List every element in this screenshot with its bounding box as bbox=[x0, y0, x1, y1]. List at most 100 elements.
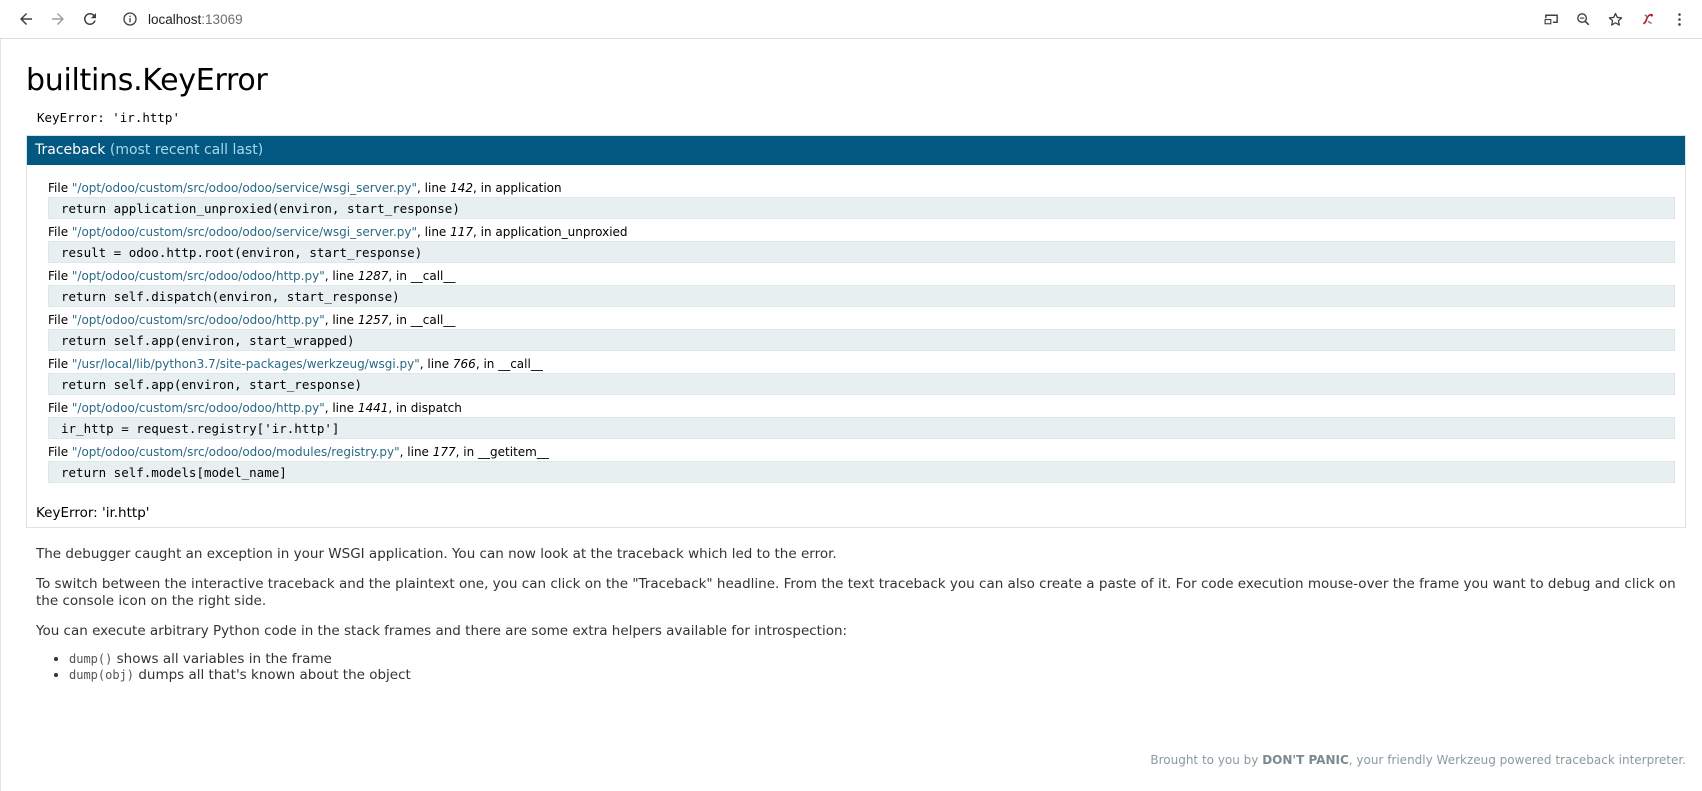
traceback-frame[interactable]: File "/opt/odoo/custom/src/odoo/odoo/ser… bbox=[48, 178, 1675, 219]
frame-code[interactable]: return self.dispatch(environ, start_resp… bbox=[48, 285, 1675, 307]
traceback-header-label: Traceback bbox=[35, 142, 106, 158]
forward-arrow-icon bbox=[52, 13, 64, 25]
frame-line-label: , line bbox=[324, 313, 358, 327]
frame-function: __getitem__ bbox=[478, 445, 549, 459]
footer-prefix: Brought to you by bbox=[1150, 753, 1263, 767]
frame-line-label: , line bbox=[399, 445, 433, 459]
explanation: The debugger caught an exception in your… bbox=[26, 546, 1686, 683]
footer-suffix: , your friendly Werkzeug powered traceba… bbox=[1348, 753, 1686, 767]
extension-button[interactable] bbox=[1632, 5, 1662, 35]
frame-lineno: 1441 bbox=[357, 401, 389, 415]
footer: Brought to you by DON'T PANIC, your frie… bbox=[1150, 753, 1686, 767]
frame-function: dispatch bbox=[410, 401, 462, 415]
frame-function: __call__ bbox=[498, 357, 543, 371]
frame-line-label: , line bbox=[419, 357, 453, 371]
error-message: KeyError: 'ir.http' bbox=[37, 110, 180, 125]
frame-lineno: 1287 bbox=[357, 269, 389, 283]
star-icon bbox=[1608, 12, 1622, 26]
frame-filename: "/opt/odoo/custom/src/odoo/odoo/service/… bbox=[71, 225, 418, 239]
traceback-frames: File "/opt/odoo/custom/src/odoo/odoo/ser… bbox=[27, 165, 1685, 493]
zoom-icon bbox=[1576, 13, 1589, 26]
frame-code[interactable]: ir_http = request.registry['ir.http'] bbox=[48, 417, 1675, 439]
url-port: :13069 bbox=[201, 11, 243, 27]
back-arrow-icon bbox=[20, 13, 32, 25]
frame-filename: "/opt/odoo/custom/src/odoo/odoo/http.py" bbox=[71, 313, 325, 327]
cast-button[interactable] bbox=[1536, 5, 1566, 35]
helper-item: dump() shows all variables in the frame bbox=[69, 651, 1686, 667]
frame-location: File "/opt/odoo/custom/src/odoo/odoo/ser… bbox=[48, 178, 1675, 197]
final-error: KeyError: 'ir.http' bbox=[36, 505, 150, 521]
frame-lineno: 766 bbox=[452, 357, 476, 371]
frame-function: __call__ bbox=[410, 313, 456, 327]
frame-filename: "/opt/odoo/custom/src/odoo/odoo/http.py" bbox=[71, 401, 325, 415]
zoom-button[interactable] bbox=[1568, 5, 1598, 35]
frame-in-label: , in bbox=[388, 401, 411, 415]
frame-prefix: File bbox=[48, 357, 72, 371]
frame-lineno: 142 bbox=[450, 181, 474, 195]
extension-logo-icon bbox=[1642, 13, 1653, 25]
traceback-header-sub: (most recent call last) bbox=[109, 142, 264, 158]
frame-in-label: , in bbox=[455, 445, 479, 459]
forward-button[interactable] bbox=[44, 5, 72, 33]
frame-location: File "/opt/odoo/custom/src/odoo/odoo/htt… bbox=[48, 310, 1675, 329]
frame-location: File "/opt/odoo/custom/src/odoo/odoo/mod… bbox=[48, 442, 1675, 461]
frame-prefix: File bbox=[48, 313, 72, 327]
frame-filename: "/opt/odoo/custom/src/odoo/odoo/service/… bbox=[71, 181, 418, 195]
helper-code: dump(obj) bbox=[69, 668, 135, 682]
helpers-list: dump() shows all variables in the frame … bbox=[36, 651, 1686, 683]
helper-text: shows all variables in the frame bbox=[112, 651, 332, 667]
explanation-p1: The debugger caught an exception in your… bbox=[36, 546, 837, 562]
traceback-frame[interactable]: File "/opt/odoo/custom/src/odoo/odoo/ser… bbox=[48, 222, 1675, 263]
menu-button[interactable] bbox=[1664, 5, 1694, 35]
frame-in-label: , in bbox=[475, 357, 499, 371]
traceback-panel: Traceback (most recent call last) File "… bbox=[26, 135, 1686, 528]
cast-icon bbox=[1544, 14, 1558, 25]
frame-filename: "/opt/odoo/custom/src/odoo/odoo/http.py" bbox=[71, 269, 325, 283]
explanation-p2: To switch between the interactive traceb… bbox=[36, 576, 1676, 609]
frame-location: File "/opt/odoo/custom/src/odoo/odoo/ser… bbox=[48, 222, 1675, 241]
traceback-headline[interactable]: Traceback (most recent call last) bbox=[27, 136, 1685, 165]
kebab-menu-icon bbox=[1677, 13, 1681, 26]
traceback-frame[interactable]: File "/opt/odoo/custom/src/odoo/odoo/htt… bbox=[48, 310, 1675, 351]
footer-brand: DON'T PANIC bbox=[1262, 753, 1349, 767]
frame-in-label: , in bbox=[473, 225, 496, 239]
traceback-frame[interactable]: File "/opt/odoo/custom/src/odoo/odoo/mod… bbox=[48, 442, 1675, 483]
frame-lineno: 177 bbox=[432, 445, 456, 459]
back-button[interactable] bbox=[12, 5, 40, 33]
page-title: builtins.KeyError bbox=[26, 63, 268, 98]
helper-item: dump(obj) dumps all that's known about t… bbox=[69, 667, 1686, 683]
frame-in-label: , in bbox=[473, 181, 496, 195]
info-icon[interactable] bbox=[122, 11, 138, 27]
toolbar-actions bbox=[1534, 0, 1694, 39]
explanation-p3: You can execute arbitrary Python code in… bbox=[36, 623, 848, 639]
frame-filename: "/usr/local/lib/python3.7/site-packages/… bbox=[71, 357, 420, 371]
helper-text: dumps all that's known about the object bbox=[134, 667, 411, 683]
reload-button[interactable] bbox=[76, 5, 104, 33]
frame-code[interactable]: return application_unproxied(environ, st… bbox=[48, 197, 1675, 219]
browser-toolbar: localhost:13069 bbox=[0, 0, 1702, 39]
traceback-frame[interactable]: File "/opt/odoo/custom/src/odoo/odoo/htt… bbox=[48, 398, 1675, 439]
address-bar[interactable]: localhost:13069 bbox=[122, 5, 243, 33]
debugger-page: builtins.KeyError KeyError: 'ir.http' Tr… bbox=[0, 39, 1702, 791]
frame-prefix: File bbox=[48, 269, 72, 283]
frame-function: application bbox=[495, 181, 562, 195]
frame-prefix: File bbox=[48, 445, 72, 459]
url-host: localhost bbox=[148, 11, 202, 27]
frame-code[interactable]: return self.app(environ, start_wrapped) bbox=[48, 329, 1675, 351]
frame-in-label: , in bbox=[388, 313, 411, 327]
frame-code[interactable]: result = odoo.http.root(environ, start_r… bbox=[48, 241, 1675, 263]
frame-code[interactable]: return self.models[model_name] bbox=[48, 461, 1675, 483]
traceback-frame[interactable]: File "/opt/odoo/custom/src/odoo/odoo/htt… bbox=[48, 266, 1675, 307]
frame-prefix: File bbox=[48, 225, 72, 239]
bookmark-button[interactable] bbox=[1600, 5, 1630, 35]
frame-line-label: , line bbox=[417, 181, 451, 195]
frame-filename: "/opt/odoo/custom/src/odoo/odoo/modules/… bbox=[71, 445, 400, 459]
traceback-frame[interactable]: File "/usr/local/lib/python3.7/site-pack… bbox=[48, 354, 1675, 395]
frame-location: File "/opt/odoo/custom/src/odoo/odoo/htt… bbox=[48, 398, 1675, 417]
frame-prefix: File bbox=[48, 401, 72, 415]
frame-line-label: , line bbox=[324, 401, 358, 415]
frame-code[interactable]: return self.app(environ, start_response) bbox=[48, 373, 1675, 395]
frame-lineno: 117 bbox=[450, 225, 474, 239]
frame-line-label: , line bbox=[324, 269, 358, 283]
frame-location: File "/usr/local/lib/python3.7/site-pack… bbox=[48, 354, 1675, 373]
